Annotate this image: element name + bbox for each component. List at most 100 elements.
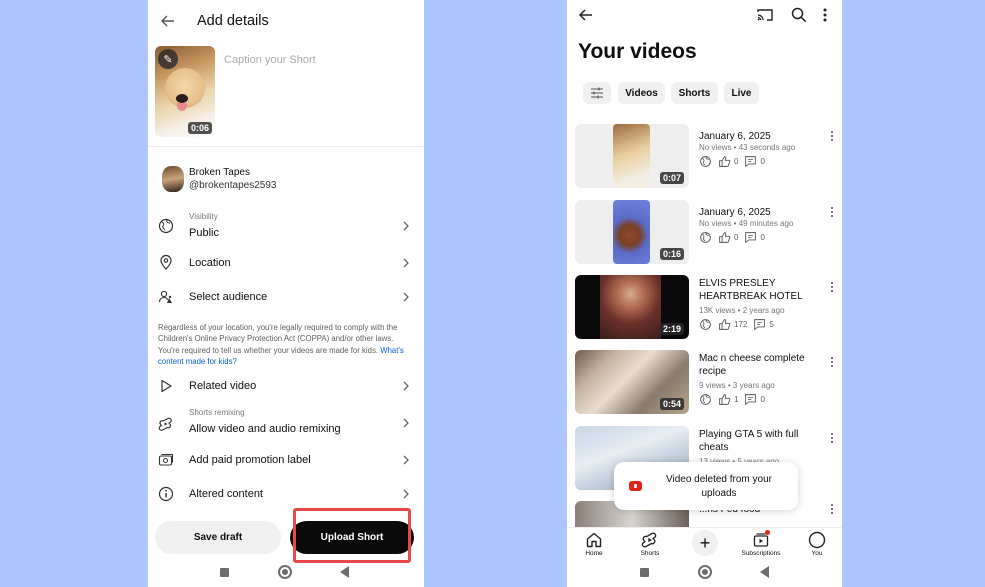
video-thumbnail[interactable]: 0:16	[575, 200, 689, 264]
chevron-right-icon	[403, 489, 409, 499]
back-arrow-icon[interactable]	[158, 11, 178, 31]
video-thumbnail[interactable]: 0:07	[575, 124, 689, 188]
like-count: 0	[734, 157, 739, 166]
paid-promotion-setting[interactable]: Add paid promotion label	[148, 445, 424, 475]
video-meta: No views • 49 minutes ago	[699, 219, 794, 228]
like-count: 172	[734, 320, 748, 329]
chip-live[interactable]: Live	[724, 82, 759, 104]
page-title: Your videos	[578, 40, 697, 63]
video-list-item[interactable]: 0:16 January 6, 2025 No views • 49 minut…	[575, 200, 835, 266]
audience-setting[interactable]: Select audience	[148, 282, 424, 312]
more-vert-icon[interactable]	[829, 206, 835, 218]
remixing-setting[interactable]: Shorts remixing Allow video and audio re…	[148, 406, 424, 440]
coppa-notice: Regardless of your location, you're lega…	[158, 322, 414, 367]
video-title: January 6, 2025	[699, 207, 771, 218]
video-meta: 13K views • 2 years ago	[699, 306, 785, 315]
related-video-setting[interactable]: Related video	[148, 371, 424, 401]
nav-home[interactable]: Home	[569, 531, 619, 557]
search-icon[interactable]	[790, 6, 808, 24]
more-vert-icon[interactable]	[829, 356, 835, 368]
comment-count: 0	[760, 157, 765, 166]
home-system-icon[interactable]	[278, 565, 292, 579]
comment-icon	[745, 156, 757, 168]
nav-you[interactable]: You	[792, 531, 842, 557]
home-system-icon[interactable]	[698, 565, 712, 579]
snackbar-toast: Video deleted from your uploads	[614, 462, 798, 510]
globe-icon	[700, 232, 711, 243]
location-setting[interactable]: Location	[148, 248, 424, 278]
setting-sublabel: Shorts remixing	[189, 408, 245, 417]
chevron-right-icon	[403, 258, 409, 268]
more-vert-icon[interactable]	[829, 281, 835, 293]
shorts-remix-icon	[158, 417, 172, 431]
video-title: Mac n cheese complete recipe	[699, 353, 805, 377]
comment-count: 5	[769, 320, 774, 329]
nav-label: Subscriptions	[741, 550, 781, 557]
recents-icon[interactable]	[220, 568, 229, 577]
visibility-setting[interactable]: Visibility Public	[148, 210, 424, 242]
back-arrow-icon[interactable]	[577, 6, 595, 24]
video-thumbnail[interactable]: 0:54	[575, 350, 689, 414]
back-system-icon[interactable]	[760, 566, 769, 578]
comment-icon	[754, 319, 766, 331]
chip-videos[interactable]: Videos	[618, 82, 665, 104]
video-meta: No views • 43 seconds ago	[699, 143, 796, 152]
back-system-icon[interactable]	[340, 566, 349, 578]
duration-badge: 2:19	[659, 323, 684, 335]
notification-dot	[765, 530, 770, 535]
globe-icon	[158, 218, 174, 234]
like-icon	[719, 156, 731, 167]
filter-chip[interactable]	[583, 82, 611, 104]
play-outline-icon	[161, 379, 172, 393]
recents-icon[interactable]	[640, 568, 649, 577]
short-thumbnail[interactable]: ✎ 0:06	[155, 46, 215, 137]
chip-shorts[interactable]: Shorts	[671, 82, 718, 104]
duration-badge: 0:07	[659, 172, 684, 184]
audience-icon	[158, 290, 172, 303]
globe-icon	[700, 319, 711, 330]
setting-sublabel: Visibility	[189, 212, 218, 221]
setting-label: Select audience	[189, 291, 268, 303]
filter-sliders-icon	[591, 87, 603, 99]
youtube-logo-icon	[629, 481, 642, 491]
globe-icon	[700, 394, 711, 405]
duration-badge: 0:54	[659, 398, 684, 410]
thumbnail-detail	[176, 94, 188, 103]
caption-input[interactable]	[224, 54, 414, 66]
more-vert-icon[interactable]	[829, 503, 835, 515]
comment-icon	[745, 394, 757, 406]
shorts-icon	[641, 532, 657, 548]
comment-count: 0	[760, 233, 765, 242]
video-title: January 6, 2025	[699, 131, 771, 142]
coppa-text: Regardless of your location, you're lega…	[158, 323, 398, 355]
system-nav-bar	[148, 559, 424, 587]
thumbnail-detail	[177, 103, 187, 111]
like-icon	[719, 319, 731, 330]
chevron-right-icon	[403, 292, 409, 302]
save-draft-button[interactable]: Save draft	[155, 521, 281, 554]
video-meta: 9 views • 3 years ago	[699, 381, 775, 390]
video-list-item[interactable]: 2:19 ELVIS PRESLEY HEARTBREAK HOTEL 13K …	[575, 275, 835, 341]
location-pin-icon	[160, 254, 172, 270]
upload-short-button[interactable]: Upload Short	[290, 521, 414, 554]
nav-shorts[interactable]: Shorts	[625, 531, 675, 557]
video-list-item[interactable]: 0:54 Mac n cheese complete recipe 9 view…	[575, 350, 835, 416]
video-stats: 0 0	[699, 155, 771, 168]
pencil-icon[interactable]: ✎	[158, 49, 178, 69]
paid-promotion-icon	[158, 453, 174, 466]
video-thumbnail[interactable]: 2:19	[575, 275, 689, 339]
nav-subscriptions[interactable]: Subscriptions	[736, 530, 786, 557]
more-vert-icon[interactable]	[820, 6, 830, 24]
more-vert-icon[interactable]	[829, 130, 835, 142]
divider	[148, 146, 424, 147]
cast-icon[interactable]	[756, 6, 774, 24]
more-vert-icon[interactable]	[829, 432, 835, 444]
system-nav-bar	[567, 559, 842, 587]
video-stats: 0 0	[699, 231, 771, 244]
profile-circle-icon	[808, 531, 826, 549]
altered-content-setting[interactable]: Altered content	[148, 479, 424, 509]
create-plus-icon[interactable]: +	[692, 530, 718, 556]
like-count: 0	[734, 233, 739, 242]
account-info: Broken Tapes @brokentapes2593	[162, 166, 276, 192]
video-list-item[interactable]: 0:07 January 6, 2025 No views • 43 secon…	[575, 124, 835, 190]
